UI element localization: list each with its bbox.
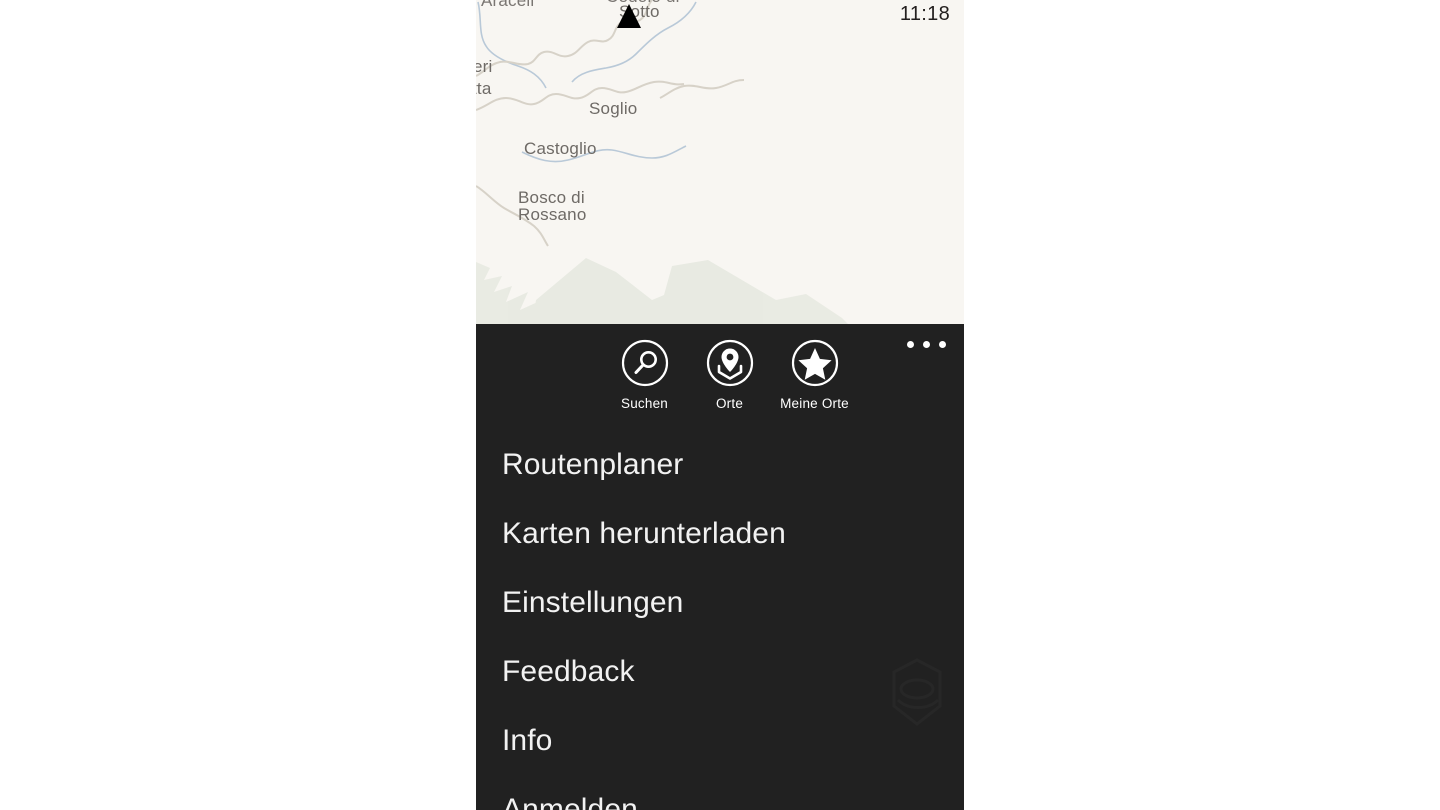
app-bar: Suchen Orte Meine Orte bbox=[476, 324, 964, 430]
menu-item-einstellungen[interactable]: Einstellungen bbox=[476, 568, 964, 637]
mountain-peak-marker-icon bbox=[617, 4, 641, 28]
appbar-label: Suchen bbox=[621, 396, 668, 411]
menu-item-routenplaner[interactable]: Routenplaner bbox=[476, 430, 964, 499]
app-bar-icon-row: Suchen Orte Meine Orte bbox=[476, 324, 964, 411]
menu-list: Routenplaner Karten herunterladen Einste… bbox=[476, 430, 964, 810]
map-label: Rossano bbox=[518, 205, 587, 224]
appbar-item-orte[interactable]: Orte bbox=[687, 324, 772, 411]
menu-item-label: Karten herunterladen bbox=[502, 516, 786, 550]
map-label: i Araceli bbox=[476, 0, 535, 10]
appbar-item-meine-orte[interactable]: Meine Orte bbox=[772, 324, 857, 411]
place-pin-icon bbox=[706, 339, 753, 387]
status-bar-clock: 11:18 bbox=[899, 3, 950, 25]
map-graphics bbox=[476, 0, 964, 324]
menu-item-label: Einstellungen bbox=[502, 585, 684, 619]
menu-item-anmelden[interactable]: Anmelden bbox=[476, 775, 964, 810]
appbar-item-suchen[interactable]: Suchen bbox=[602, 324, 687, 411]
appbar-label: Meine Orte bbox=[780, 396, 849, 411]
screen: i Araceli Cedolo di Sotto eri tta Soglio… bbox=[0, 0, 1440, 810]
menu-item-karten-herunterladen[interactable]: Karten herunterladen bbox=[476, 499, 964, 568]
ellipsis-dot-icon bbox=[906, 340, 914, 348]
more-options-button[interactable] bbox=[900, 330, 952, 358]
menu-item-label: Routenplaner bbox=[502, 447, 684, 481]
map-label: Castoglio bbox=[524, 139, 597, 158]
phone-viewport: i Araceli Cedolo di Sotto eri tta Soglio… bbox=[476, 0, 964, 810]
star-icon bbox=[791, 339, 838, 387]
map-label: eri bbox=[476, 57, 493, 76]
map-view[interactable]: i Araceli Cedolo di Sotto eri tta Soglio… bbox=[476, 0, 964, 324]
menu-item-label: Feedback bbox=[502, 654, 635, 688]
ellipsis-dot-icon bbox=[922, 340, 930, 348]
appbar-label: Orte bbox=[715, 396, 744, 411]
menu-item-label: Info bbox=[502, 723, 553, 757]
map-label: tta bbox=[476, 79, 492, 98]
search-icon bbox=[621, 339, 668, 387]
app-menu-panel: Suchen Orte Meine Orte Routenplaner Kart… bbox=[476, 324, 964, 810]
menu-item-label: Anmelden bbox=[502, 792, 638, 810]
map-label: Soglio bbox=[589, 99, 638, 118]
menu-item-info[interactable]: Info bbox=[476, 706, 964, 775]
menu-item-feedback[interactable]: Feedback bbox=[476, 637, 964, 706]
ellipsis-dot-icon bbox=[938, 340, 946, 348]
